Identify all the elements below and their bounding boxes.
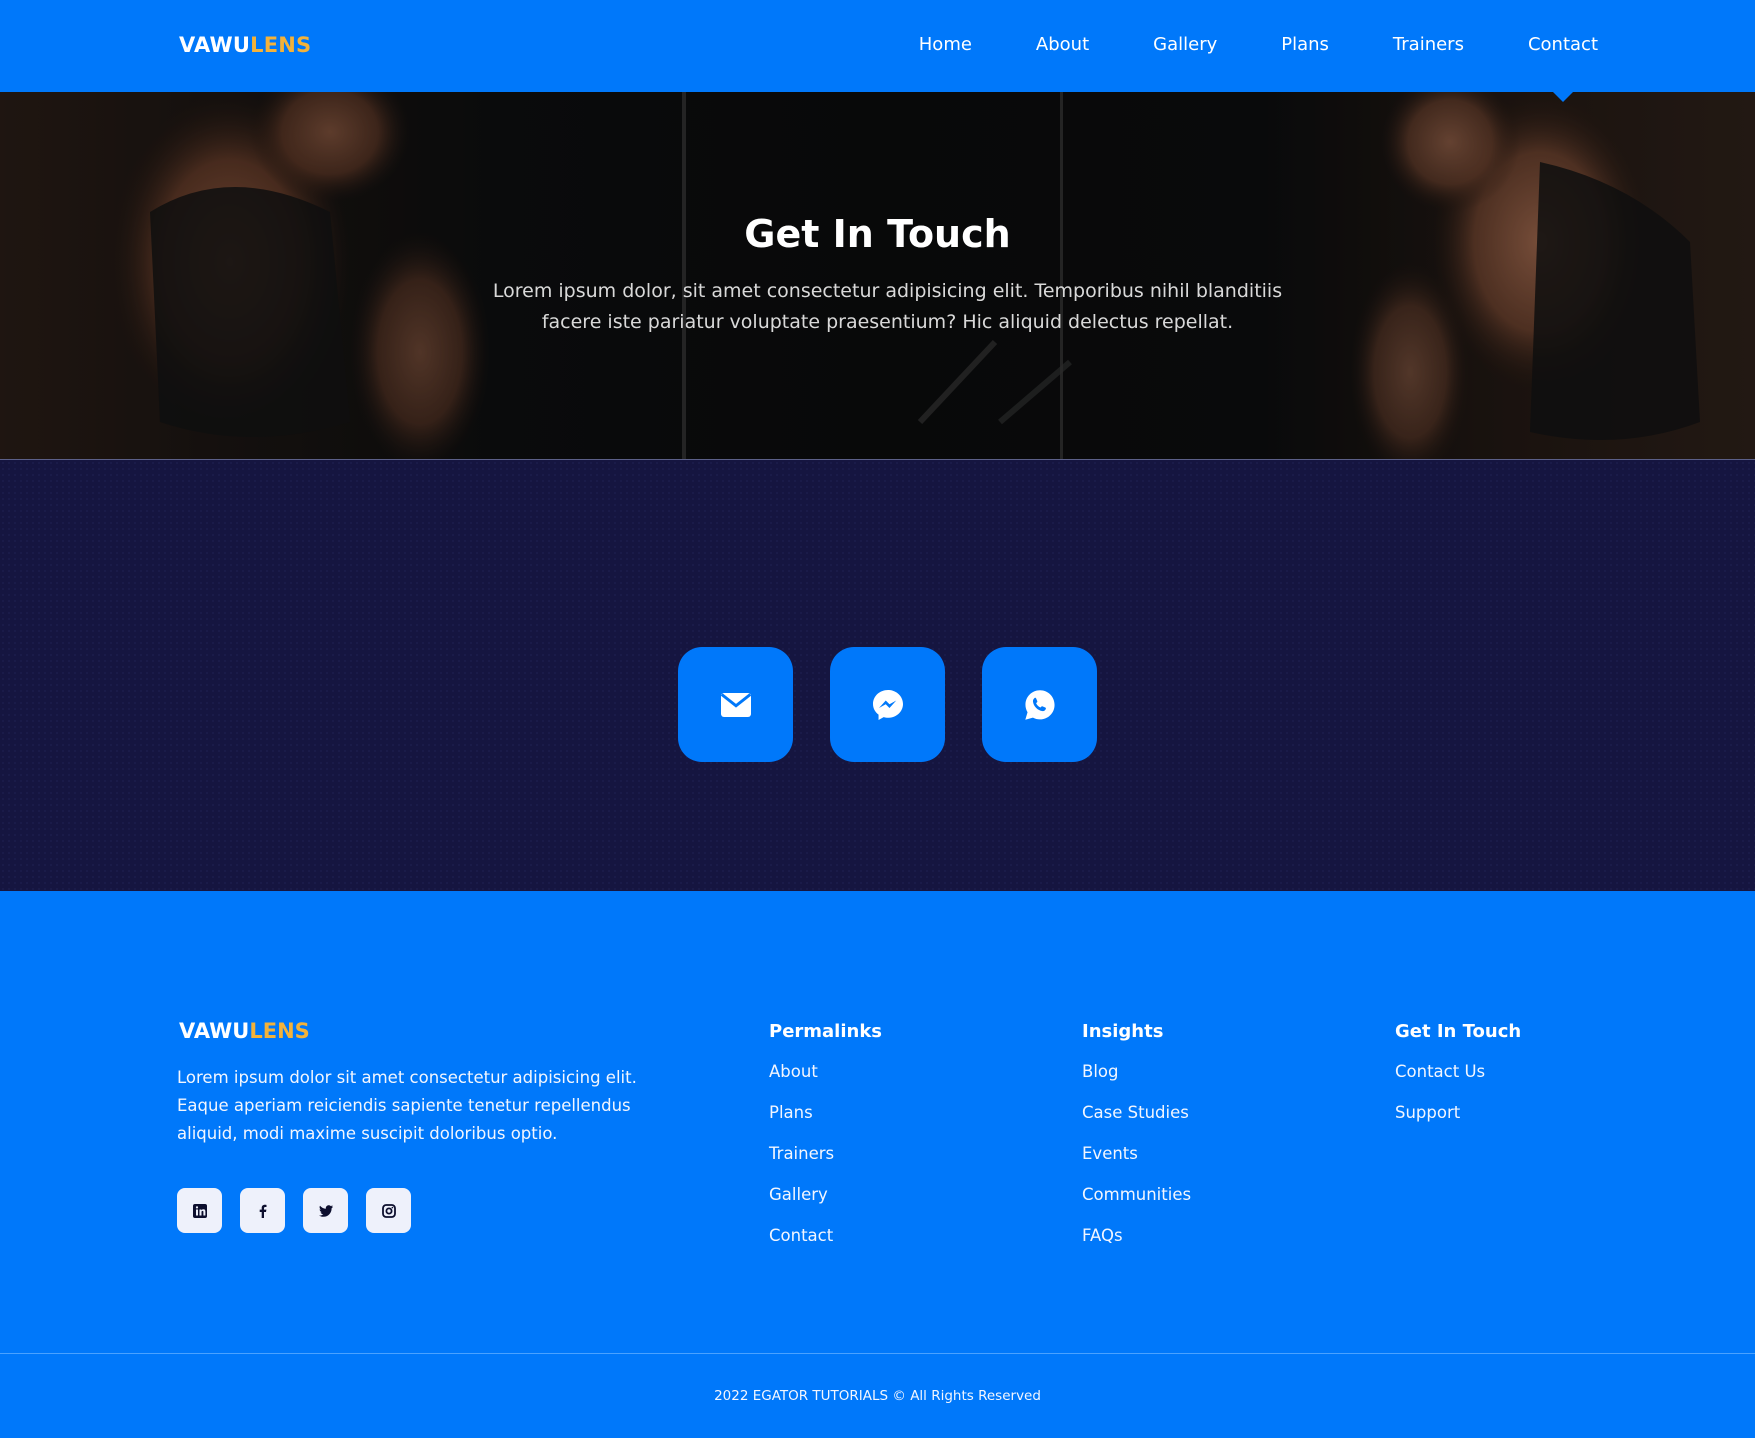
site-footer: VAWULENS Lorem ipsum dolor sit amet cons… [0,891,1755,1438]
social-links [177,1188,411,1233]
twitter-link[interactable] [303,1188,348,1233]
messenger-button[interactable] [830,647,945,762]
nav-link-contact-label: Contact [1527,34,1598,55]
brand-logo-part2: LENS [250,33,312,57]
footer-divider [0,1353,1755,1354]
hero-banner: Get In Touch Lorem ipsum dolor, sit amet… [0,92,1755,460]
facebook-link[interactable] [240,1188,285,1233]
footer-link-case-studies[interactable]: Case Studies [1082,1103,1191,1144]
instagram-link[interactable] [366,1188,411,1233]
contact-methods-section [0,460,1755,891]
whatsapp-icon [1024,689,1055,720]
footer-link-plans[interactable]: Plans [769,1103,882,1144]
footer-link-support[interactable]: Support [1395,1103,1521,1144]
footer-link-trainers[interactable]: Trainers [769,1144,882,1185]
top-navbar: VAWULENS Home About Gallery Plans Traine… [0,0,1755,102]
copyright-text: 2022 EGATOR TUTORIALS © All Rights Reser… [714,1388,1041,1404]
instagram-icon [381,1203,396,1218]
footer-logo-part2: LENS [249,1019,310,1043]
nav-link-home[interactable]: Home [919,34,972,55]
nav-link-plans[interactable]: Plans [1281,34,1329,55]
brand-logo[interactable]: VAWULENS [179,33,311,57]
messenger-icon [872,689,903,720]
linkedin-icon [192,1203,207,1218]
hero-title: Get In Touch [744,212,1011,256]
footer-link-about[interactable]: About [769,1062,882,1103]
insights-heading: Insights [1082,1021,1164,1042]
footer-link-blog[interactable]: Blog [1082,1062,1191,1103]
email-button[interactable] [678,647,793,762]
footer-logo-part1: VAWU [179,1019,250,1043]
linkedin-link[interactable] [177,1188,222,1233]
footer-link-communities[interactable]: Communities [1082,1185,1191,1226]
footer-link-contact-us[interactable]: Contact Us [1395,1062,1521,1103]
footer-link-contact[interactable]: Contact [769,1226,882,1267]
active-indicator [1550,90,1575,102]
permalinks-heading: Permalinks [769,1021,883,1042]
nav-link-gallery[interactable]: Gallery [1153,34,1217,55]
footer-column-get-in-touch: Get In Touch Contact Us Support [1395,1021,1521,1144]
nav-link-trainers[interactable]: Trainers [1393,34,1464,55]
footer-brand-logo[interactable]: VAWULENS [179,1019,310,1043]
footer-column-insights: Insights Blog Case Studies Events Commun… [1082,1021,1191,1267]
nav-link-about[interactable]: About [1036,34,1089,55]
get-in-touch-heading: Get In Touch [1395,1021,1522,1042]
brand-logo-part1: VAWU [179,33,251,57]
mail-icon [720,692,751,717]
footer-link-gallery[interactable]: Gallery [769,1185,882,1226]
facebook-icon [259,1204,266,1218]
hero-description: Lorem ipsum dolor, sit amet consectetur … [492,280,1283,333]
footer-link-faqs[interactable]: FAQs [1082,1226,1191,1267]
footer-link-events[interactable]: Events [1082,1144,1191,1185]
footer-column-permalinks: Permalinks About Plans Trainers Gallery … [769,1021,882,1267]
contact-icons-row [678,647,1097,762]
main-nav: Home About Gallery Plans Trainers Contac… [919,34,1598,102]
nav-link-contact[interactable]: Contact [1527,34,1598,102]
whatsapp-button[interactable] [982,647,1097,762]
footer-about-text: Lorem ipsum dolor sit amet consectetur a… [177,1068,637,1143]
twitter-icon [318,1204,333,1217]
